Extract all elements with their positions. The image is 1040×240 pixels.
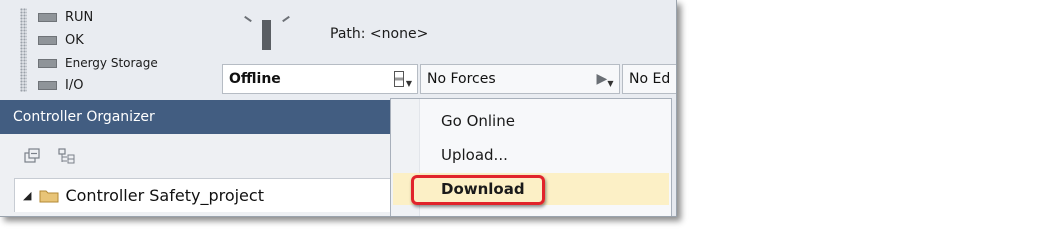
online-actions-menu: Go Online Upload... Download <box>390 98 672 216</box>
menu-item-label: Upload... <box>441 146 508 164</box>
canvas: RUN OK Energy Storage I/O Path: <none> O… <box>0 0 1040 224</box>
status-run-label: RUN <box>65 9 94 25</box>
ok-led-icon <box>38 35 57 45</box>
tree-item-controller[interactable]: ◢ Controller Safety_project <box>14 178 392 212</box>
status-io-label: I/O <box>65 77 84 93</box>
status-run: RUN <box>38 8 93 26</box>
status-io: I/O <box>38 76 83 94</box>
controller-organizer-header: Controller Organizer <box>0 100 392 134</box>
status-energy-storage-label: Energy Storage <box>65 56 158 70</box>
menu-item-download[interactable]: Download <box>393 173 669 205</box>
online-actions-dropdown-button[interactable]: ▼ <box>388 64 418 94</box>
energy-storage-led-icon <box>38 58 57 68</box>
status-ok-label: OK <box>65 32 84 48</box>
run-led-icon <box>38 12 57 22</box>
edits-field[interactable]: No Ed <box>622 64 676 94</box>
status-ok: OK <box>38 31 84 49</box>
tree-item-label: Controller Safety_project <box>65 186 264 205</box>
io-led-icon <box>38 80 57 90</box>
edits-label: No Ed <box>629 71 671 87</box>
menu-item-label: Download <box>441 180 525 198</box>
forces-label: No Forces <box>427 71 496 87</box>
menu-item-go-online[interactable]: Go Online <box>391 105 671 137</box>
folder-icon <box>39 190 59 202</box>
keyswitch-icon <box>238 12 298 60</box>
tree-view-icon[interactable] <box>58 148 76 164</box>
forces-dropdown-button[interactable]: ▶ ▼ <box>590 64 620 94</box>
controller-organizer-title: Controller Organizer <box>13 109 155 125</box>
screenshot-crop: RUN OK Energy Storage I/O Path: <none> O… <box>0 0 677 217</box>
controller-status-panel: RUN OK Energy Storage I/O Path: <none> O… <box>0 0 676 100</box>
organizer-toolbar <box>0 134 392 178</box>
organizer-tree: ◢ Controller Safety_project <box>0 178 392 216</box>
toolbar-grip[interactable] <box>20 8 27 92</box>
online-state-label: Offline <box>229 71 281 87</box>
online-mode-bar: Offline ▼ No Forces ▶ ▼ No Ed <box>222 64 676 96</box>
path-label: Path: <none> <box>330 26 429 42</box>
controller-icon <box>393 71 404 87</box>
expand-arrow-icon[interactable]: ◢ <box>23 189 31 202</box>
chevron-down-icon: ▼ <box>607 78 614 88</box>
menu-item-label: Go Online <box>441 112 515 130</box>
chevron-down-icon: ▼ <box>405 78 413 88</box>
collapse-all-icon[interactable] <box>24 148 42 164</box>
status-energy-storage: Energy Storage <box>38 54 158 72</box>
menu-item-upload[interactable]: Upload... <box>391 139 671 171</box>
play-icon: ▶ <box>596 71 608 87</box>
